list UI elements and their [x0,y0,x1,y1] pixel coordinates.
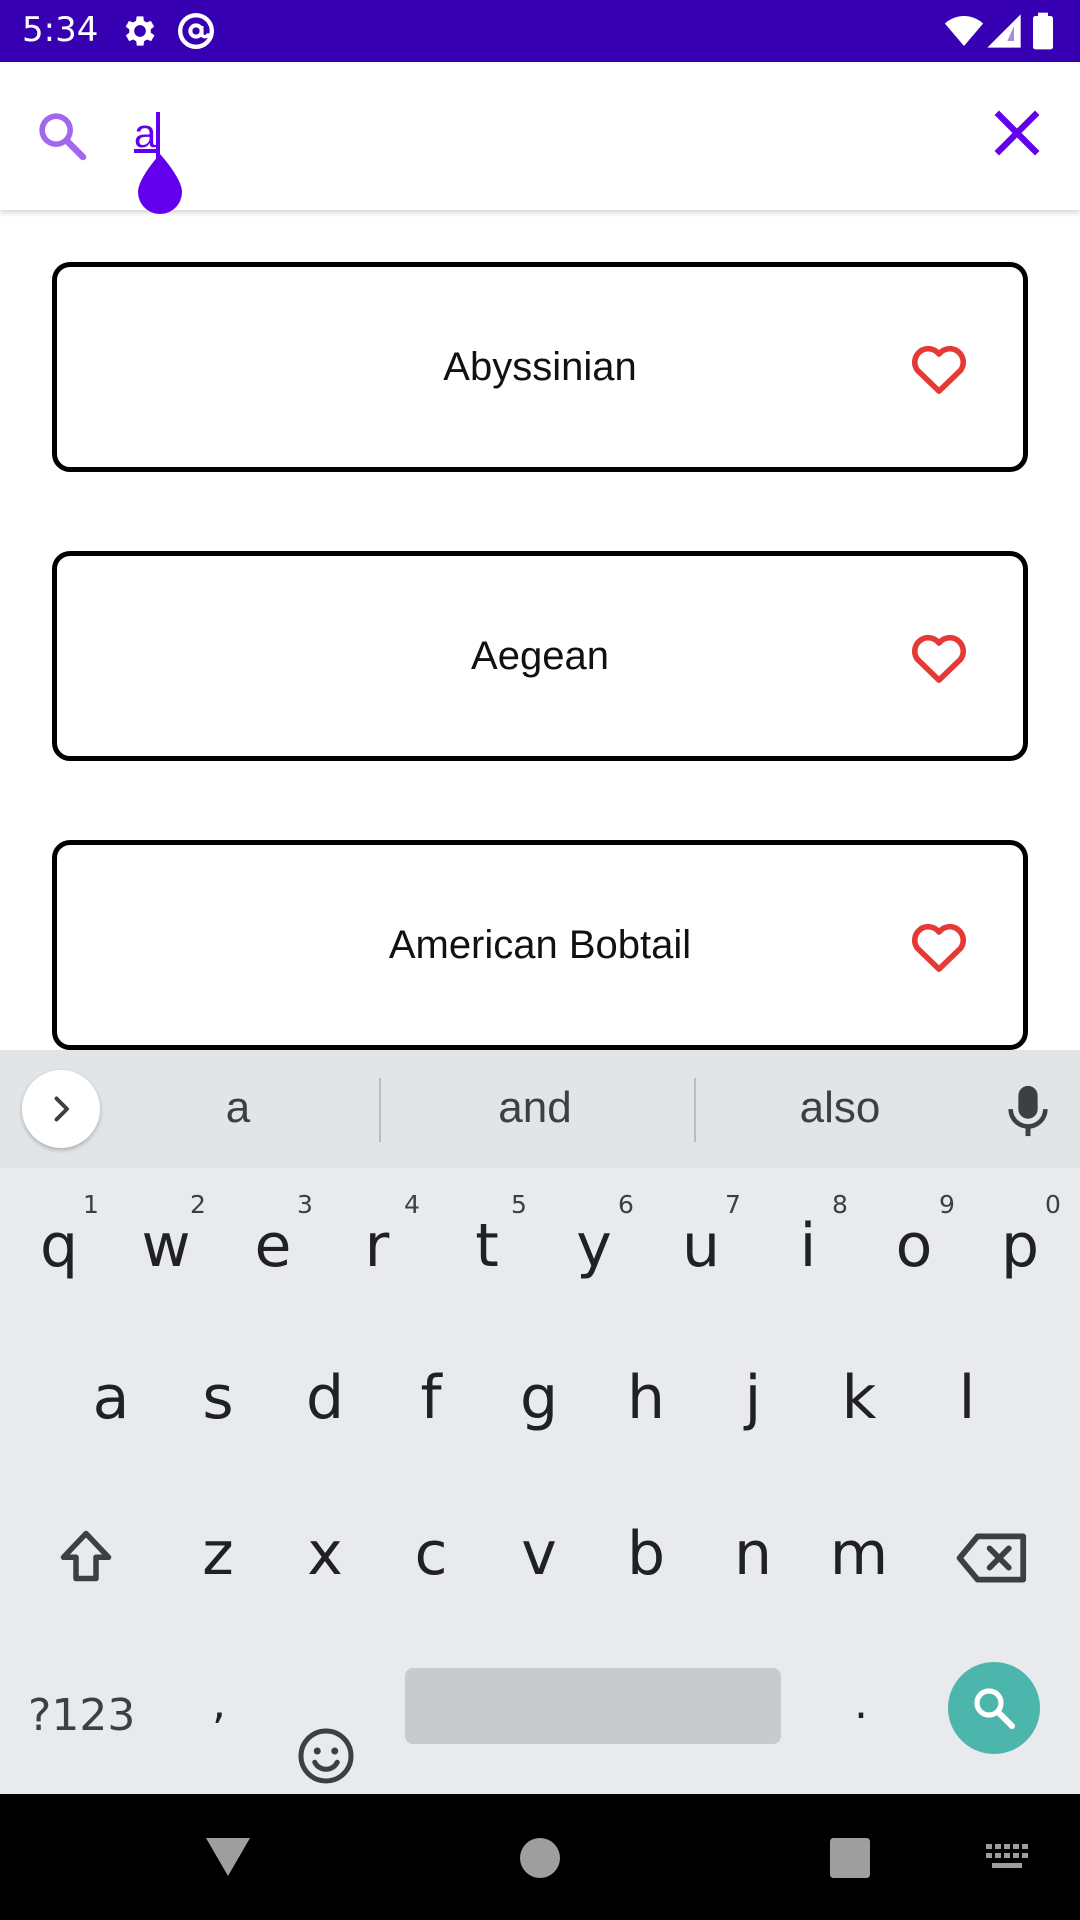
key-h[interactable]: h [593,1338,699,1458]
key-b[interactable]: b [593,1494,699,1614]
symbols-key[interactable]: ?123 [28,1690,135,1741]
suggestion-2[interactable]: and [395,1076,675,1140]
key-hint-3: 3 [297,1190,313,1219]
key-d[interactable]: d [272,1338,378,1458]
heart-outline-icon[interactable] [911,921,967,973]
emoji-icon[interactable] [296,1726,356,1786]
key-hint-2: 2 [190,1190,206,1219]
key-x[interactable]: x [272,1494,378,1614]
key-k[interactable]: k [806,1338,912,1458]
key-hint-6: 6 [618,1190,634,1219]
key-hint-4: 4 [404,1190,420,1219]
heart-outline-icon[interactable] [911,632,967,684]
breed-name: Aegean [471,633,609,678]
suggestion-bar: a and also [0,1050,1080,1168]
breed-name: Abyssinian [443,344,637,389]
breed-card[interactable]: Aegean [52,551,1028,761]
keyboard: a and also q w e r t y u i o p 1 2 3 4 5… [0,1050,1080,1794]
key-hint-9: 9 [939,1190,955,1219]
divider [694,1078,696,1142]
text-selection-handle[interactable] [132,108,188,226]
home-icon[interactable] [520,1838,560,1878]
expand-toolbar-button[interactable] [22,1070,100,1148]
divider [379,1078,381,1142]
breed-card[interactable]: American Bobtail [52,840,1028,1050]
key-hint-0: 0 [1045,1190,1061,1219]
suggestion-3[interactable]: also [700,1076,980,1140]
at-sign-icon [176,11,216,51]
settings-icon [120,11,160,51]
key-v[interactable]: v [486,1494,592,1614]
key-n[interactable]: n [700,1494,806,1614]
shift-icon[interactable] [54,1526,118,1586]
key-f[interactable]: f [378,1338,484,1458]
wifi-icon [944,11,984,51]
key-j[interactable]: j [700,1338,806,1458]
key-hint-7: 7 [725,1190,741,1219]
backspace-icon[interactable] [956,1530,1028,1586]
close-icon[interactable] [990,106,1044,160]
status-time: 5:34 [22,10,99,50]
keyboard-switch-icon[interactable] [986,1844,1030,1872]
key-hint-5: 5 [511,1190,527,1219]
key-s[interactable]: s [165,1338,271,1458]
battery-icon [1030,11,1056,51]
chevron-right-icon [54,1096,69,1122]
breed-name: American Bobtail [388,922,692,967]
key-hint-8: 8 [832,1190,848,1219]
comma-key[interactable]: , [166,1644,272,1764]
key-c[interactable]: c [378,1494,484,1614]
key-hint-1: 1 [83,1190,99,1219]
key-z[interactable]: z [165,1494,271,1614]
search-icon [974,1688,1015,1729]
key-a[interactable]: a [58,1338,164,1458]
cell-signal-icon [984,11,1024,51]
key-m[interactable]: m [806,1494,912,1614]
search-icon [34,108,90,164]
space-bar[interactable] [405,1668,781,1744]
back-icon[interactable] [204,1836,252,1878]
mic-icon[interactable] [1004,1084,1052,1138]
heart-outline-icon[interactable] [911,343,967,395]
navigation-bar [0,1794,1080,1920]
suggestion-1[interactable]: a [140,1076,336,1140]
breed-card[interactable]: Abyssinian [52,262,1028,472]
search-action-button[interactable] [948,1662,1040,1754]
recents-icon[interactable] [830,1838,870,1878]
key-g[interactable]: g [486,1338,592,1458]
status-bar: 5:34 [0,0,1080,62]
key-l[interactable]: l [914,1338,1020,1458]
period-key[interactable]: . [808,1644,914,1764]
